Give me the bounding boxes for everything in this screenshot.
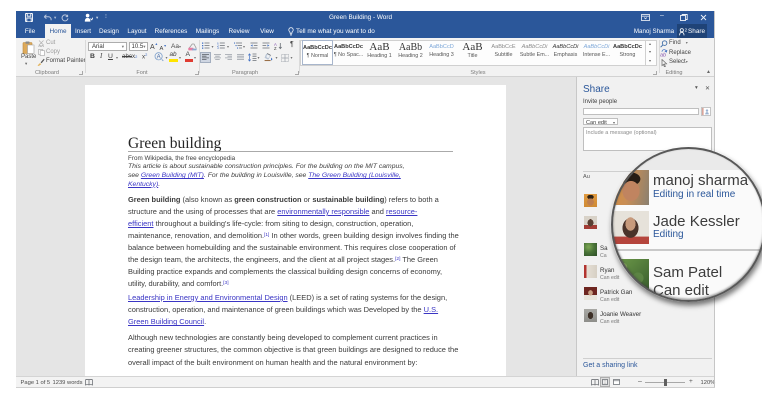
svg-text:2: 2 xyxy=(685,28,688,32)
svg-text:3: 3 xyxy=(217,46,219,49)
svg-text:A: A xyxy=(157,54,161,60)
svg-text:Z: Z xyxy=(274,46,277,50)
svg-text:ab: ab xyxy=(660,53,666,58)
